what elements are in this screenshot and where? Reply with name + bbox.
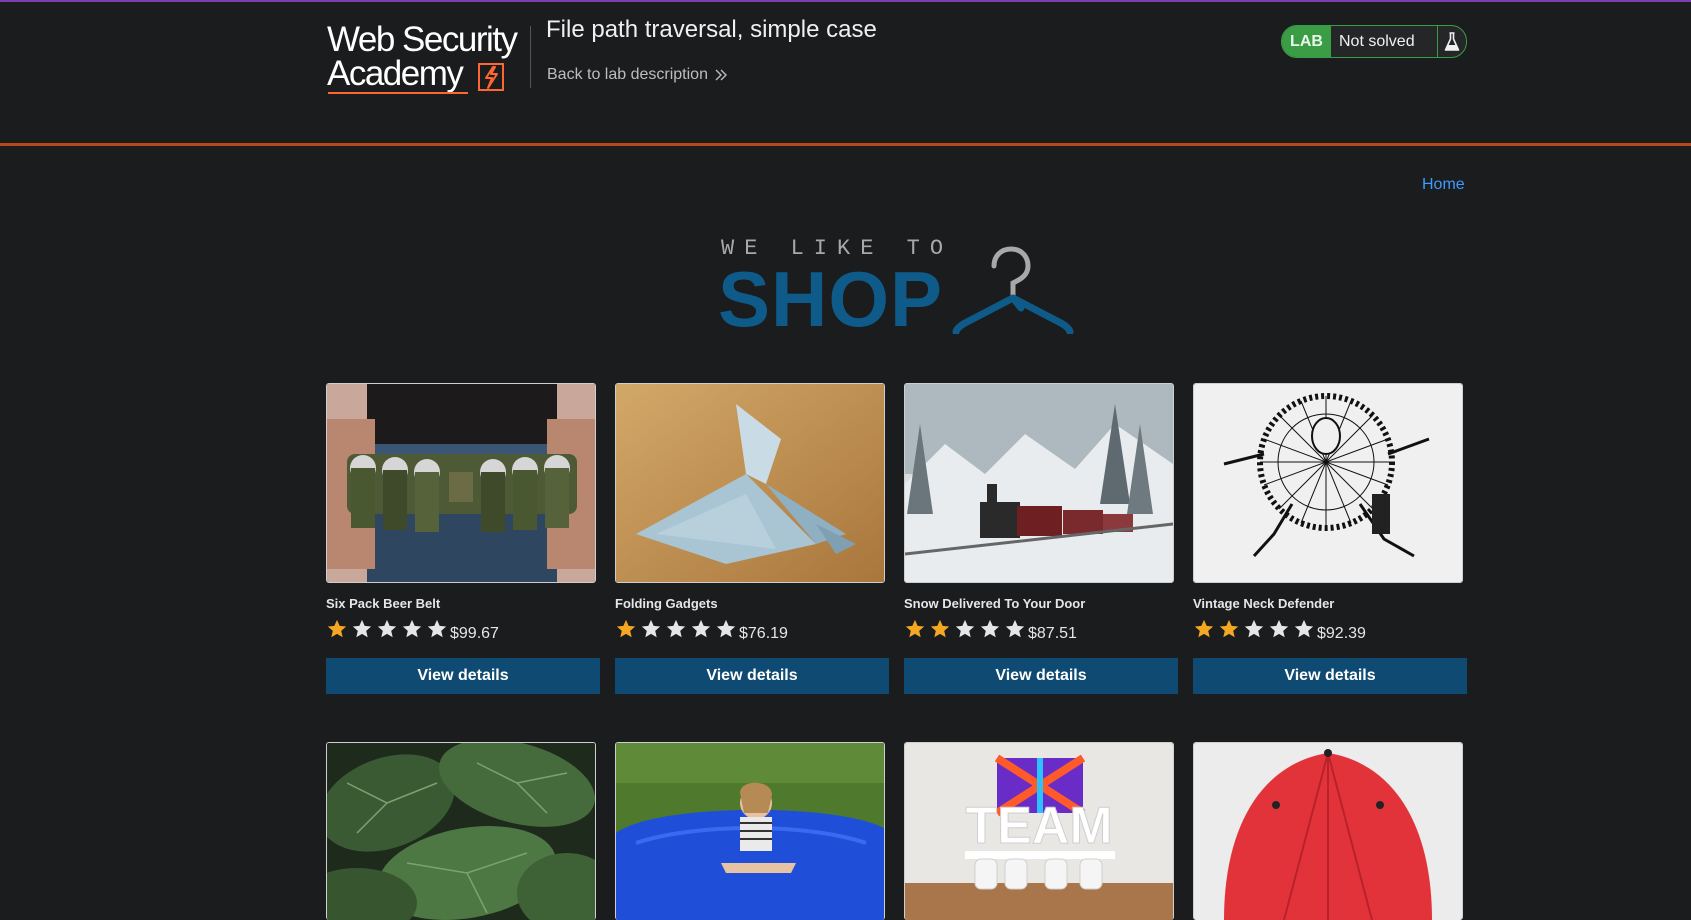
star-empty-icon <box>955 619 975 638</box>
star-filled-icon <box>1194 619 1214 638</box>
star-empty-icon <box>1269 619 1289 638</box>
back-link-label: Back to lab description <box>547 66 708 83</box>
logo-line2: Academy <box>327 54 464 93</box>
product-image-leaves[interactable] <box>326 742 596 920</box>
product-price: $99.67 <box>450 625 499 642</box>
star-empty-icon <box>641 619 661 638</box>
web-security-academy-logo[interactable]: Web Security Academy <box>327 22 527 102</box>
star-empty-icon <box>402 619 422 638</box>
view-details-button[interactable]: View details <box>326 658 600 694</box>
double-chevron-right-icon <box>715 69 727 81</box>
lightning-icon <box>478 63 504 91</box>
svg-text:TEAM: TEAM <box>965 797 1112 855</box>
star-filled-icon <box>930 619 950 638</box>
product-name: Six Pack Beer Belt <box>326 596 441 611</box>
product-name: Folding Gadgets <box>615 596 718 611</box>
lab-status-badge: LAB Not solved <box>1281 25 1467 58</box>
star-empty-icon <box>666 619 686 638</box>
product-image-umbrella[interactable] <box>1193 742 1463 920</box>
product-image-neck-defender[interactable] <box>1193 383 1463 583</box>
header-divider <box>530 26 531 88</box>
product-image-team[interactable]: TEAM <box>904 742 1174 920</box>
view-details-button[interactable]: View details <box>904 658 1178 694</box>
product-image-bean-bag[interactable] <box>615 742 885 920</box>
back-to-lab-description-link[interactable]: Back to lab description <box>547 66 728 84</box>
product-rating <box>1193 618 1315 642</box>
lab-status-text: Not solved <box>1339 32 1415 50</box>
header-accent-rule <box>0 143 1691 146</box>
hanger-icon <box>952 246 1074 334</box>
star-empty-icon <box>427 619 447 638</box>
product-price: $92.39 <box>1317 625 1366 642</box>
shop-banner: WE LIKE TO SHOP <box>716 232 1076 343</box>
product-rating <box>904 618 1026 642</box>
home-link[interactable]: Home <box>1422 176 1465 194</box>
product-name: Snow Delivered To Your Door <box>904 596 1086 611</box>
product-price: $87.51 <box>1028 625 1077 642</box>
product-price: $76.19 <box>739 625 788 642</box>
star-empty-icon <box>1294 619 1314 638</box>
lab-label: LAB <box>1282 26 1331 57</box>
product-image-snow-train[interactable] <box>904 383 1174 583</box>
product-name: Vintage Neck Defender <box>1193 596 1335 611</box>
star-empty-icon <box>691 619 711 638</box>
star-filled-icon <box>905 619 925 638</box>
star-filled-icon <box>327 619 347 638</box>
view-details-button[interactable]: View details <box>1193 658 1467 694</box>
star-empty-icon <box>980 619 1000 638</box>
star-filled-icon <box>616 619 636 638</box>
lab-title: File path traversal, simple case <box>546 16 877 43</box>
star-empty-icon <box>1244 619 1264 638</box>
star-empty-icon <box>716 619 736 638</box>
product-rating <box>615 618 737 642</box>
product-rating <box>326 618 448 642</box>
star-filled-icon <box>1219 619 1239 638</box>
lab-header: Web Security Academy File path traversal… <box>0 2 1691 145</box>
star-empty-icon <box>352 619 372 638</box>
product-image-origami[interactable] <box>615 383 885 583</box>
flask-icon <box>1444 31 1460 51</box>
star-empty-icon <box>377 619 397 638</box>
star-empty-icon <box>1005 619 1025 638</box>
view-details-button[interactable]: View details <box>615 658 889 694</box>
banner-title: SHOP <box>718 255 944 343</box>
logo-line1: Web Security <box>327 20 518 59</box>
product-image-beer-belt[interactable] <box>326 383 596 583</box>
logo-underline <box>328 92 468 94</box>
flask-icon-container <box>1437 26 1466 57</box>
